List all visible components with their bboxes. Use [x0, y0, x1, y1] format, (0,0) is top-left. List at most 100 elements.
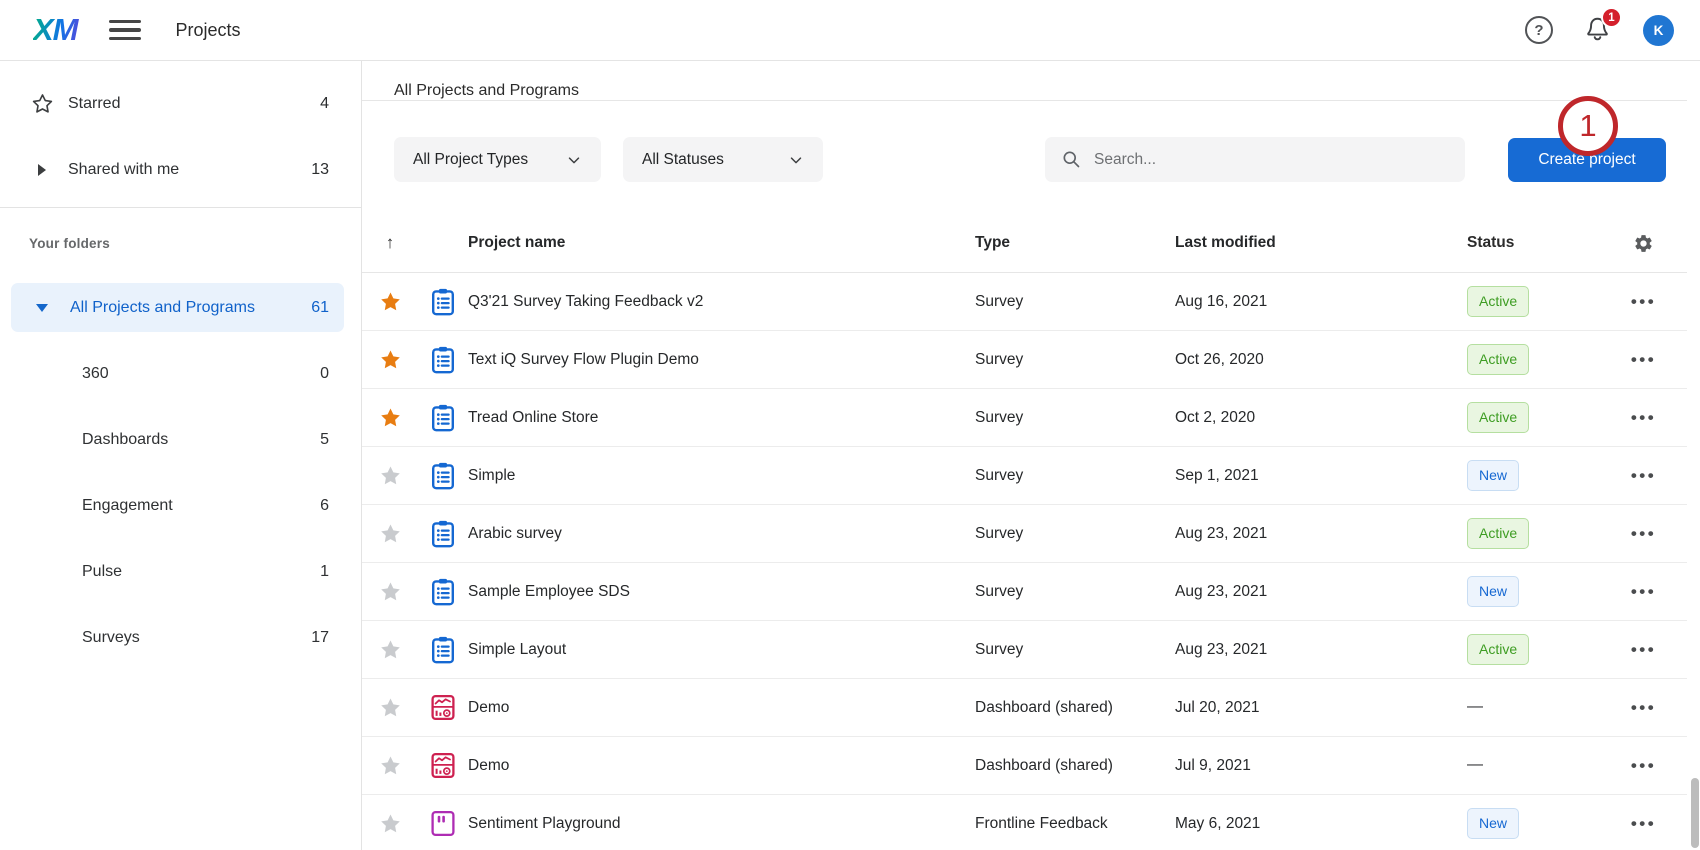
- project-type: Frontline Feedback: [975, 815, 1175, 833]
- project-type: Survey: [975, 641, 1175, 659]
- project-name[interactable]: Tread Online Store: [468, 409, 975, 427]
- table-header: ↑ Project name Type Last modified Status: [362, 214, 1687, 273]
- star-toggle[interactable]: [379, 349, 402, 371]
- survey-clipboard-icon: [431, 520, 455, 548]
- search-input[interactable]: [1094, 151, 1451, 169]
- folder-count: 61: [311, 299, 329, 317]
- status-badge: Active: [1467, 402, 1529, 432]
- help-icon[interactable]: ?: [1525, 16, 1553, 44]
- last-modified: Aug 23, 2021: [1175, 525, 1467, 543]
- star-toggle[interactable]: [379, 697, 402, 719]
- sidebar-folder-item[interactable]: Engagement 6: [11, 481, 344, 530]
- project-type: Dashboard (shared): [975, 757, 1175, 775]
- search-box: [1045, 137, 1465, 182]
- project-type: Survey: [975, 525, 1175, 543]
- project-name[interactable]: Demo: [468, 699, 975, 717]
- project-name[interactable]: Q3'21 Survey Taking Feedback v2: [468, 293, 975, 311]
- project-name[interactable]: Demo: [468, 757, 975, 775]
- folder-count: 17: [311, 629, 329, 647]
- folder-label: All Projects and Programs: [70, 299, 255, 317]
- table-row: Sample Employee SDS Survey Aug 23, 2021 …: [362, 563, 1687, 621]
- sidebar-folder-item[interactable]: Dashboards 5: [11, 415, 344, 464]
- page-title: All Projects and Programs: [394, 82, 1687, 100]
- survey-clipboard-icon: [431, 462, 455, 490]
- star-toggle[interactable]: [379, 291, 402, 313]
- project-name[interactable]: Sentiment Playground: [468, 815, 975, 833]
- project-name[interactable]: Sample Employee SDS: [468, 583, 975, 601]
- star-toggle[interactable]: [379, 523, 402, 545]
- folder-label: 360: [82, 365, 109, 383]
- notifications-button[interactable]: 1: [1583, 15, 1613, 45]
- row-actions-button[interactable]: •••: [1631, 350, 1656, 370]
- sidebar-folder-item[interactable]: Pulse 1: [11, 547, 344, 596]
- project-types-filter[interactable]: All Project Types: [394, 137, 601, 182]
- project-name[interactable]: Simple: [468, 467, 975, 485]
- row-actions-button[interactable]: •••: [1631, 292, 1656, 312]
- table-settings-gear-icon[interactable]: [1633, 233, 1654, 254]
- status-badge: New: [1467, 576, 1519, 606]
- last-modified: Jul 9, 2021: [1175, 757, 1467, 775]
- table-row: Q3'21 Survey Taking Feedback v2 Survey A…: [362, 273, 1687, 331]
- row-actions-button[interactable]: •••: [1631, 582, 1656, 602]
- row-actions-button[interactable]: •••: [1631, 466, 1656, 486]
- project-name[interactable]: Text iQ Survey Flow Plugin Demo: [468, 351, 975, 369]
- folder-count: 6: [320, 497, 329, 515]
- column-type[interactable]: Type: [975, 234, 1175, 252]
- row-actions-button[interactable]: •••: [1631, 524, 1656, 544]
- chevron-down-icon[interactable]: [36, 304, 50, 312]
- survey-clipboard-icon: [431, 288, 455, 316]
- sidebar-divider: [0, 207, 361, 208]
- column-last-modified[interactable]: Last modified: [1175, 234, 1467, 252]
- sidebar-item-starred[interactable]: Starred 4: [0, 75, 361, 133]
- column-status[interactable]: Status: [1467, 234, 1600, 252]
- row-actions-button[interactable]: •••: [1631, 814, 1656, 834]
- last-modified: Oct 2, 2020: [1175, 409, 1467, 427]
- star-toggle[interactable]: [379, 755, 402, 777]
- last-modified: Aug 23, 2021: [1175, 641, 1467, 659]
- notification-badge: 1: [1601, 7, 1622, 28]
- last-modified: Aug 16, 2021: [1175, 293, 1467, 311]
- row-actions-button[interactable]: •••: [1631, 408, 1656, 428]
- status-badge: New: [1467, 460, 1519, 490]
- dashboard-chart-icon: [431, 752, 455, 779]
- project-type: Survey: [975, 583, 1175, 601]
- project-name[interactable]: Arabic survey: [468, 525, 975, 543]
- folder-count: 1: [320, 563, 329, 581]
- table-row: Demo Dashboard (shared) Jul 20, 2021 — •…: [362, 679, 1687, 737]
- xm-logo[interactable]: XM: [33, 12, 84, 48]
- star-toggle[interactable]: [379, 407, 402, 429]
- folder-label: Engagement: [82, 497, 173, 515]
- project-type: Dashboard (shared): [975, 699, 1175, 717]
- row-actions-button[interactable]: •••: [1631, 640, 1656, 660]
- sort-ascending-icon[interactable]: ↑: [386, 233, 395, 253]
- sidebar-item-shared-with-me[interactable]: Shared with me 13: [0, 141, 361, 199]
- avatar[interactable]: K: [1643, 15, 1674, 46]
- project-name[interactable]: Simple Layout: [468, 641, 975, 659]
- scrollbar-thumb[interactable]: [1691, 778, 1699, 848]
- survey-clipboard-icon: [431, 346, 455, 374]
- column-project-name[interactable]: Project name: [468, 234, 975, 252]
- chevron-down-icon: [787, 151, 805, 169]
- star-toggle[interactable]: [379, 639, 402, 661]
- star-toggle[interactable]: [379, 465, 402, 487]
- project-type: Survey: [975, 467, 1175, 485]
- table-body: Q3'21 Survey Taking Feedback v2 Survey A…: [362, 273, 1687, 850]
- chevron-right-icon[interactable]: [30, 164, 54, 176]
- chevron-down-icon: [565, 151, 583, 169]
- hamburger-menu-icon[interactable]: [108, 18, 142, 42]
- star-toggle[interactable]: [379, 813, 402, 835]
- row-actions-button[interactable]: •••: [1631, 698, 1656, 718]
- star-toggle[interactable]: [379, 581, 402, 603]
- sidebar-folder-item[interactable]: Surveys 17: [11, 613, 344, 662]
- sidebar: Starred 4 Shared with me 13 Your folders…: [0, 61, 362, 850]
- dashboard-chart-icon: [431, 694, 455, 721]
- statuses-filter[interactable]: All Statuses: [623, 137, 823, 182]
- table-row: Arabic survey Survey Aug 23, 2021 Active…: [362, 505, 1687, 563]
- last-modified: Sep 1, 2021: [1175, 467, 1467, 485]
- sidebar-folder-item-selected[interactable]: All Projects and Programs 61: [11, 283, 344, 332]
- survey-clipboard-icon: [431, 636, 455, 664]
- sidebar-folder-item[interactable]: 360 0: [11, 349, 344, 398]
- folder-label: Surveys: [82, 629, 140, 647]
- row-actions-button[interactable]: •••: [1631, 756, 1656, 776]
- folder-list: All Projects and Programs 61 360 0 Dashb…: [0, 283, 361, 662]
